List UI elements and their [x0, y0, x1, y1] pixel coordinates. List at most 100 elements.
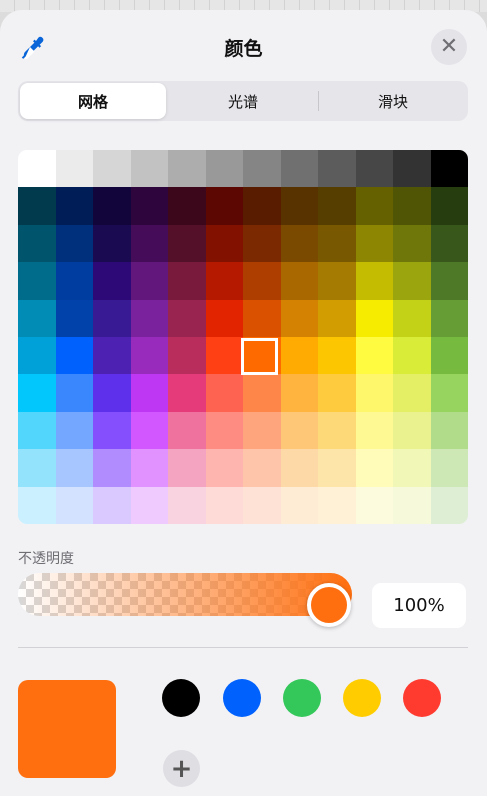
- color-cell[interactable]: [243, 150, 281, 188]
- color-cell[interactable]: [205, 411, 243, 450]
- color-cell[interactable]: [130, 187, 168, 225]
- color-cell[interactable]: [18, 299, 56, 337]
- color-cell[interactable]: [430, 374, 468, 412]
- color-cell[interactable]: [318, 449, 356, 487]
- color-cell[interactable]: [168, 486, 206, 524]
- color-cell[interactable]: [55, 374, 93, 412]
- color-cell[interactable]: [318, 262, 356, 300]
- color-cell[interactable]: [355, 486, 393, 524]
- color-cell[interactable]: [280, 449, 318, 487]
- color-cell[interactable]: [93, 449, 131, 487]
- color-cell[interactable]: [393, 486, 431, 524]
- color-cell[interactable]: [280, 299, 318, 337]
- tab-spectrum[interactable]: 光谱: [170, 83, 316, 119]
- color-cell[interactable]: [205, 449, 243, 487]
- color-cell[interactable]: [393, 150, 431, 188]
- color-cell[interactable]: [93, 411, 131, 450]
- color-cell[interactable]: [205, 299, 243, 337]
- color-cell[interactable]: [318, 486, 356, 524]
- color-cell[interactable]: [355, 187, 393, 225]
- color-cell[interactable]: [243, 299, 281, 337]
- color-cell[interactable]: [355, 449, 393, 487]
- color-cell[interactable]: [205, 224, 243, 263]
- color-cell[interactable]: [93, 299, 131, 337]
- close-button[interactable]: ✕: [431, 29, 467, 65]
- color-cell[interactable]: [355, 150, 393, 188]
- color-cell[interactable]: [430, 150, 468, 188]
- color-cell[interactable]: [393, 299, 431, 337]
- color-cell[interactable]: [355, 337, 393, 375]
- opacity-slider-thumb[interactable]: [307, 583, 351, 627]
- color-cell[interactable]: [168, 299, 206, 337]
- color-cell[interactable]: [393, 187, 431, 225]
- color-cell[interactable]: [243, 374, 281, 412]
- saved-color-red[interactable]: [403, 679, 441, 717]
- color-cell[interactable]: [55, 150, 93, 188]
- color-cell[interactable]: [318, 224, 356, 263]
- color-cell[interactable]: [318, 411, 356, 450]
- saved-color-black[interactable]: [162, 679, 200, 717]
- color-cell[interactable]: [430, 224, 468, 263]
- color-cell[interactable]: [93, 337, 131, 375]
- color-cell[interactable]: [55, 449, 93, 487]
- color-cell[interactable]: [205, 337, 243, 375]
- color-cell[interactable]: [243, 262, 281, 300]
- saved-color-green[interactable]: [283, 679, 321, 717]
- color-cell[interactable]: [55, 224, 93, 263]
- color-cell[interactable]: [430, 187, 468, 225]
- color-cell[interactable]: [93, 486, 131, 524]
- color-cell[interactable]: [18, 224, 56, 263]
- color-cell[interactable]: [130, 150, 168, 188]
- color-cell[interactable]: [168, 374, 206, 412]
- color-cell[interactable]: [430, 299, 468, 337]
- color-cell[interactable]: [243, 411, 281, 450]
- color-cell[interactable]: [18, 374, 56, 412]
- color-cell[interactable]: [168, 411, 206, 450]
- color-cell[interactable]: [355, 299, 393, 337]
- color-cell[interactable]: [130, 449, 168, 487]
- color-cell[interactable]: [318, 299, 356, 337]
- color-cell[interactable]: [280, 374, 318, 412]
- color-cell[interactable]: [130, 224, 168, 263]
- color-cell[interactable]: [205, 486, 243, 524]
- color-cell[interactable]: [168, 150, 206, 188]
- color-cell[interactable]: [55, 262, 93, 300]
- color-cell[interactable]: [205, 187, 243, 225]
- color-cell[interactable]: [55, 411, 93, 450]
- color-cell[interactable]: [243, 486, 281, 524]
- color-cell[interactable]: [18, 187, 56, 225]
- color-cell[interactable]: [355, 262, 393, 300]
- color-cell[interactable]: [93, 262, 131, 300]
- color-cell[interactable]: [18, 411, 56, 450]
- color-cell[interactable]: [130, 411, 168, 450]
- color-cell[interactable]: [168, 449, 206, 487]
- color-cell[interactable]: [430, 486, 468, 524]
- color-cell[interactable]: [243, 224, 281, 263]
- color-cell[interactable]: [280, 224, 318, 263]
- tab-grid[interactable]: 网格: [20, 83, 166, 119]
- color-grid[interactable]: [18, 150, 468, 524]
- color-cell[interactable]: [18, 486, 56, 524]
- color-cell[interactable]: [318, 150, 356, 188]
- color-cell[interactable]: [130, 486, 168, 524]
- color-cell[interactable]: [130, 299, 168, 337]
- color-cell[interactable]: [168, 187, 206, 225]
- saved-color-blue[interactable]: [223, 679, 261, 717]
- color-cell[interactable]: [130, 337, 168, 375]
- color-cell[interactable]: [318, 374, 356, 412]
- color-cell[interactable]: [205, 150, 243, 188]
- color-cell[interactable]: [18, 262, 56, 300]
- color-cell[interactable]: [168, 337, 206, 375]
- color-cell[interactable]: [355, 411, 393, 450]
- color-cell[interactable]: [430, 411, 468, 450]
- color-cell[interactable]: [93, 150, 131, 188]
- color-cell[interactable]: [243, 187, 281, 225]
- color-cell[interactable]: [280, 187, 318, 225]
- color-cell[interactable]: [280, 411, 318, 450]
- color-cell[interactable]: [355, 224, 393, 263]
- color-cell[interactable]: [393, 337, 431, 375]
- color-cell[interactable]: [205, 262, 243, 300]
- add-color-button[interactable]: +: [163, 750, 200, 787]
- color-cell[interactable]: [430, 449, 468, 487]
- color-cell[interactable]: [355, 374, 393, 412]
